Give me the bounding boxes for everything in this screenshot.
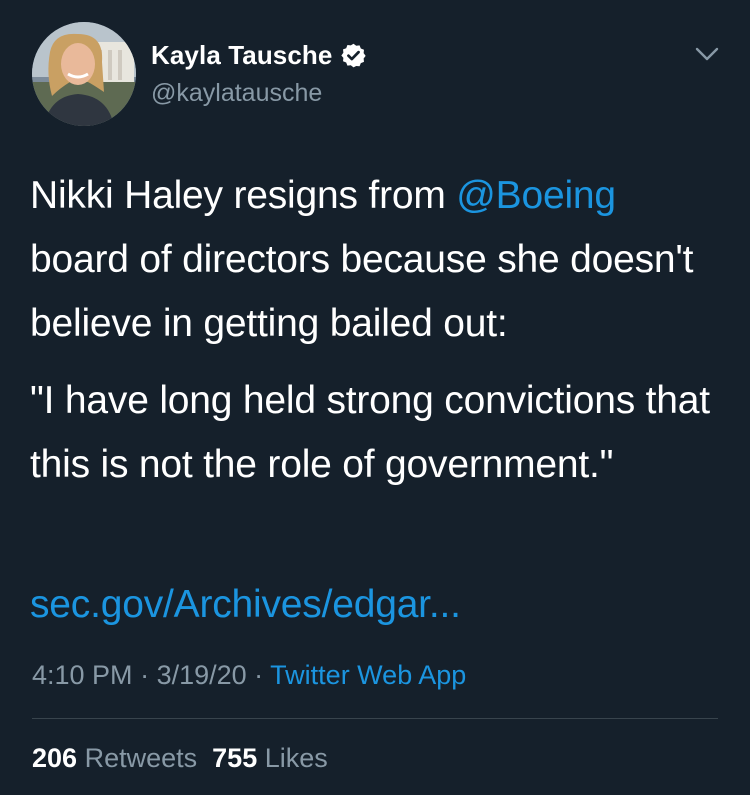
verified-badge-icon <box>341 43 367 68</box>
retweets-label: Retweets <box>84 743 198 773</box>
mention-link[interactable]: @Boeing <box>456 174 616 217</box>
chevron-down-icon[interactable] <box>692 42 722 66</box>
avatar[interactable] <box>32 22 136 126</box>
avatar-photo-icon <box>32 22 136 126</box>
tweet-card: Kayla Tausche @kaylatausche Nikki Haley … <box>0 0 750 795</box>
divider <box>32 718 718 719</box>
likes-label: Likes <box>264 743 328 773</box>
tweet-time[interactable]: 4:10 PM <box>32 660 133 690</box>
tweet-source-link[interactable]: Twitter Web App <box>270 660 466 690</box>
tweet-link-row: sec.gov/Archives/edgar... <box>30 573 461 637</box>
tweet-text-segment: Nikki Haley resigns from <box>30 174 457 217</box>
retweets-count: 206 <box>32 743 78 773</box>
tweet-text-segment: board of directors because she doesn't b… <box>30 238 694 345</box>
url-link[interactable]: sec.gov/Archives/edgar... <box>30 583 461 626</box>
tweet-stats: 206 Retweets 755 Likes <box>32 743 328 774</box>
tweet-meta: 4:10 PM · 3/19/20 · Twitter Web App <box>32 660 466 691</box>
meta-separator: · <box>246 660 271 690</box>
display-name[interactable]: Kayla Tausche <box>151 40 332 71</box>
author-name-row[interactable]: Kayla Tausche <box>151 40 367 71</box>
tweet-date[interactable]: 3/19/20 <box>157 660 247 690</box>
tweet-text-paragraph-1: Nikki Haley resigns from @Boeing board o… <box>30 164 720 356</box>
author-handle[interactable]: @kaylatausche <box>151 79 322 108</box>
tweet-text-paragraph-2: "I have long held strong convictions tha… <box>30 379 710 486</box>
likes-stat[interactable]: 755 Likes <box>212 743 328 773</box>
likes-count: 755 <box>212 743 258 773</box>
meta-separator: · <box>132 660 157 690</box>
retweets-stat[interactable]: 206 Retweets <box>32 743 197 773</box>
